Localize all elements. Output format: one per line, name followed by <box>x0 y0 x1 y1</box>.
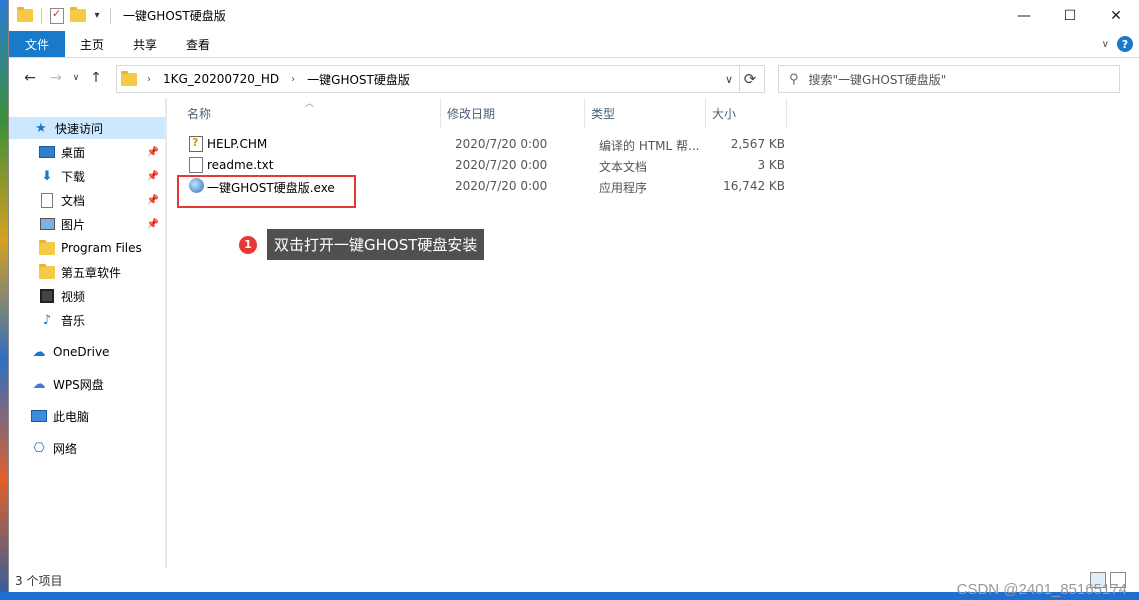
sidebar-item-desktop[interactable]: 桌面 📌 <box>9 141 165 163</box>
customize-toolbar-icon[interactable]: ▾ <box>92 10 102 21</box>
computer-icon <box>31 410 47 422</box>
file-row[interactable]: HELP.CHM 2020/7/20 0:00 编译的 HTML 帮... 2,… <box>167 134 787 155</box>
maximize-button[interactable]: ☐ <box>1047 0 1093 31</box>
chm-file-icon <box>189 136 203 152</box>
sidebar-item-music[interactable]: ♪ 音乐 <box>9 309 165 331</box>
cloud-icon: ☁ <box>32 344 46 360</box>
file-name: HELP.CHM <box>207 137 268 151</box>
star-icon: ★ <box>35 120 47 136</box>
download-icon: ⬇ <box>41 168 53 184</box>
sidebar-item-videos[interactable]: 视频 <box>9 285 165 307</box>
recent-locations-icon[interactable]: ∨ <box>69 65 83 91</box>
search-icon: ⚲ <box>789 71 799 87</box>
column-header-name[interactable]: 名称 <box>181 98 441 128</box>
refresh-button[interactable]: ⟳ <box>736 65 765 93</box>
expand-ribbon-icon[interactable]: ∨ <box>1102 39 1109 50</box>
pin-icon: 📌 <box>146 170 159 182</box>
tab-share[interactable]: 共享 <box>119 31 171 57</box>
explorer-content: ★ 快速访问 桌面 📌 ⬇ 下载 📌 文档 📌 图片 📌 Program Fil… <box>9 98 1139 568</box>
network-icon: ⎔ <box>33 440 45 456</box>
sidebar-item-onedrive[interactable]: ☁ OneDrive <box>9 341 165 363</box>
explorer-window: ▾ 一键GHOST硬盘版 — ☐ ✕ 文件 主页 共享 查看 ∨ ? ← → ∨… <box>8 0 1139 592</box>
folder-icon <box>39 239 55 255</box>
help-icon[interactable]: ? <box>1117 36 1133 52</box>
pin-icon: 📌 <box>146 194 159 206</box>
file-name: readme.txt <box>207 158 274 172</box>
sidebar-item-quick-access[interactable]: ★ 快速访问 <box>9 117 165 139</box>
ribbon-tabs: 文件 主页 共享 查看 ∨ ? <box>9 31 1139 58</box>
pin-icon: 📌 <box>146 218 159 230</box>
text-file-icon <box>189 157 203 173</box>
up-button[interactable]: ↑ <box>83 65 109 91</box>
column-header-type[interactable]: 类型 <box>585 98 705 128</box>
navigation-pane: ★ 快速访问 桌面 📌 ⬇ 下载 📌 文档 📌 图片 📌 Program Fil… <box>9 98 167 568</box>
folder-icon <box>121 70 137 86</box>
watermark: CSDN @2401_85165174 <box>956 581 1127 598</box>
chevron-right-icon[interactable]: › <box>291 74 295 85</box>
instruction-tooltip: 双击打开一键GHOST硬盘安装 <box>267 229 485 260</box>
folder-icon <box>39 263 55 279</box>
file-type: 应用程序 <box>599 181 648 195</box>
pin-icon: 📌 <box>146 146 159 158</box>
tab-file[interactable]: 文件 <box>9 31 65 57</box>
music-icon: ♪ <box>42 312 52 328</box>
tab-home[interactable]: 主页 <box>65 31 119 57</box>
minimize-button[interactable]: — <box>1001 0 1047 31</box>
back-button[interactable]: ← <box>17 65 43 91</box>
item-count: 3 个项目 <box>15 573 63 588</box>
chevron-down-icon[interactable]: ∨ <box>725 73 733 86</box>
close-button[interactable]: ✕ <box>1093 0 1139 31</box>
window-controls: — ☐ ✕ <box>1001 0 1139 31</box>
file-type: 文本文档 <box>599 160 648 174</box>
document-icon <box>41 192 53 208</box>
highlight-box <box>177 175 356 208</box>
file-date: 2020/7/20 0:00 <box>455 179 548 193</box>
sidebar-item-program-files[interactable]: Program Files <box>9 237 165 259</box>
file-date: 2020/7/20 0:00 <box>455 137 548 151</box>
forward-button[interactable]: → <box>43 65 69 91</box>
sidebar-item-wps-cloud[interactable]: ☁ WPS网盘 <box>9 373 165 395</box>
address-bar[interactable]: › 1KG_20200720_HD › 一键GHOST硬盘版 ∨ <box>116 65 740 93</box>
chevron-right-icon[interactable]: › <box>147 74 151 85</box>
wps-cloud-icon: ☁ <box>32 376 46 392</box>
column-headers: ︿ 名称 修改日期 类型 大小 <box>167 98 1139 128</box>
picture-icon <box>39 218 55 230</box>
file-size: 2,567 KB <box>730 137 785 151</box>
instruction-callout: 1 双击打开一键GHOST硬盘安装 <box>239 229 485 260</box>
folder-icon[interactable] <box>17 7 33 22</box>
breadcrumb: › 1KG_20200720_HD › 一键GHOST硬盘版 <box>147 71 410 88</box>
title-bar: ▾ 一键GHOST硬盘版 — ☐ ✕ <box>9 0 1139 31</box>
file-size: 3 KB <box>757 158 785 172</box>
step-badge: 1 <box>239 235 257 254</box>
quick-access-toolbar: ▾ <box>9 7 113 24</box>
file-row[interactable]: readme.txt 2020/7/20 0:00 文本文档 3 KB <box>167 155 787 176</box>
breadcrumb-item-current[interactable]: 一键GHOST硬盘版 <box>307 71 410 88</box>
sidebar-item-this-pc[interactable]: 此电脑 <box>9 405 165 427</box>
column-header-date[interactable]: 修改日期 <box>441 98 584 128</box>
search-placeholder: 搜索"一键GHOST硬盘版" <box>808 72 947 87</box>
sidebar-item-pictures[interactable]: 图片 📌 <box>9 213 165 235</box>
desktop-icon <box>39 146 55 158</box>
file-date: 2020/7/20 0:00 <box>455 158 548 172</box>
tab-view[interactable]: 查看 <box>171 31 225 57</box>
window-title: 一键GHOST硬盘版 <box>123 9 226 23</box>
file-type: 编译的 HTML 帮... <box>599 139 700 153</box>
new-folder-icon[interactable] <box>70 7 86 22</box>
properties-icon[interactable] <box>50 7 64 24</box>
file-list: ︿ 名称 修改日期 类型 大小 HELP.CHM 2020/7/20 0:00 … <box>167 98 1139 568</box>
breadcrumb-item[interactable]: 1KG_20200720_HD <box>163 72 279 86</box>
sidebar-item-downloads[interactable]: ⬇ 下载 📌 <box>9 165 165 187</box>
navigation-bar: ← → ∨ ↑ › 1KG_20200720_HD › 一键GHOST硬盘版 ∨… <box>9 58 1139 98</box>
sidebar-item-network[interactable]: ⎔ 网络 <box>9 437 165 459</box>
column-header-size[interactable]: 大小 <box>706 98 786 128</box>
desktop-background <box>0 0 8 600</box>
search-input[interactable]: ⚲ 搜索"一键GHOST硬盘版" <box>778 65 1120 93</box>
sidebar-item-chapter5-software[interactable]: 第五章软件 <box>9 261 165 283</box>
sidebar-item-documents[interactable]: 文档 📌 <box>9 189 165 211</box>
file-size: 16,742 KB <box>723 179 785 193</box>
video-icon <box>40 289 54 303</box>
